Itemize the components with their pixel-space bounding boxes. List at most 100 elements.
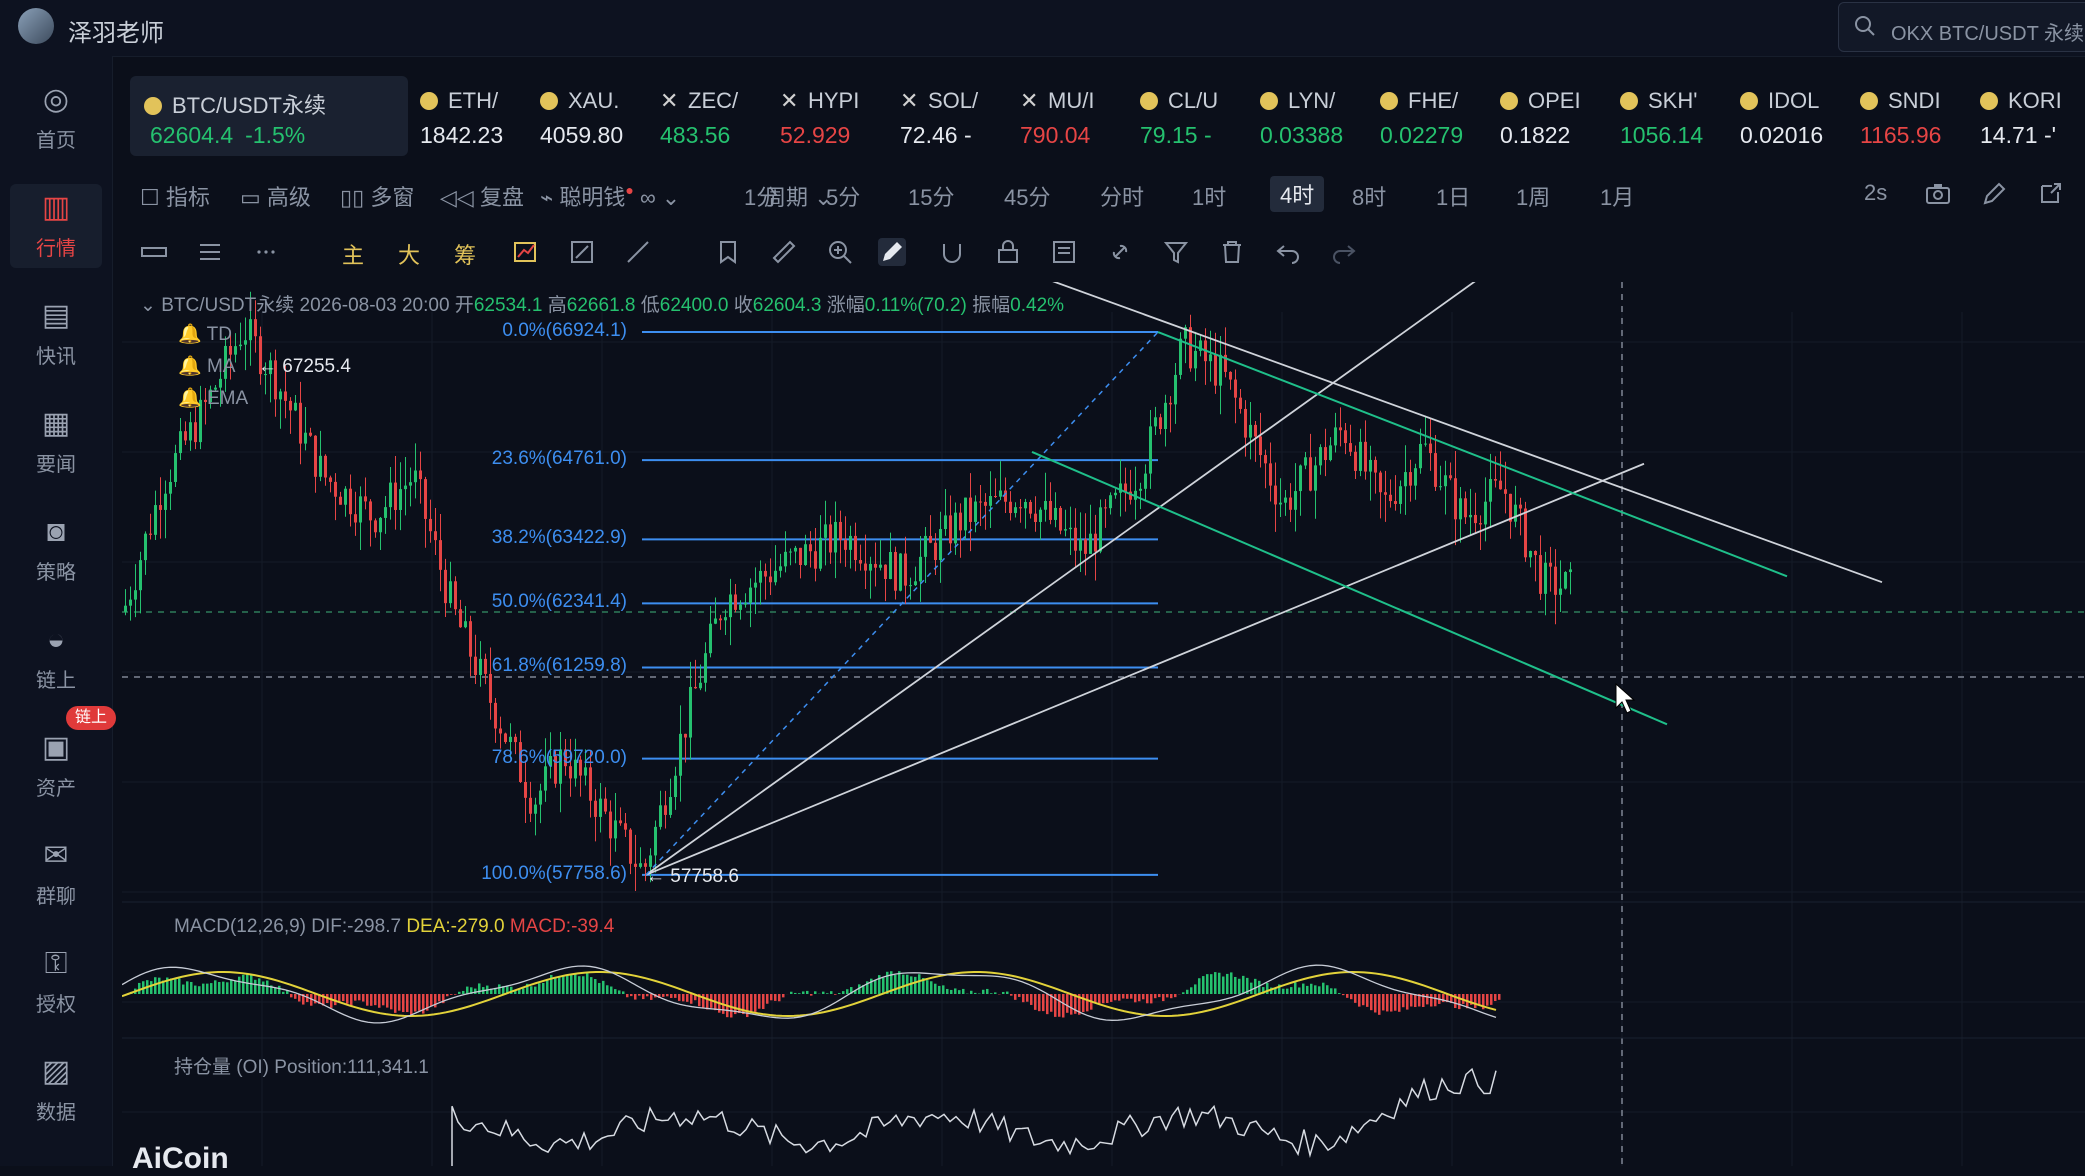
main-chart-toggle[interactable]: 主	[342, 238, 370, 266]
big-order-toggle[interactable]: 大	[398, 238, 426, 266]
sidebar-item-label: 快讯	[10, 340, 102, 369]
chart-canvas[interactable]	[122, 282, 2085, 1166]
refresh-rate[interactable]: 2s	[1864, 180, 1887, 206]
fib-level-label[interactable]: 100.0%(57758.6)	[122, 863, 627, 885]
sidebar-item-8[interactable]: ⚿授权	[10, 940, 102, 1024]
sidebar-item-2[interactable]: ▤快讯	[10, 292, 102, 376]
zoom-in-icon[interactable]	[826, 238, 854, 266]
interval-tab-3[interactable]: 45分	[1004, 180, 1050, 212]
interval-tab-9[interactable]: 1周	[1516, 180, 1550, 212]
ticker-item[interactable]: CL/U79.15 -	[1140, 76, 1252, 156]
macd-histogram-bar	[498, 984, 501, 994]
ticker-item[interactable]: ✕ZEC/483.56	[660, 76, 772, 156]
candle-body	[504, 733, 507, 742]
indicators-button[interactable]: ☐ 指标	[140, 180, 210, 212]
ticker-item[interactable]: ✕MU/I790.04	[1020, 76, 1132, 156]
ticker-item[interactable]: FHE/0.02279	[1380, 76, 1492, 156]
menu-icon[interactable]	[196, 238, 224, 266]
candle-body	[494, 703, 497, 729]
candle-body	[1404, 472, 1407, 486]
replay-button[interactable]: ◁◁ 复盘	[440, 180, 524, 212]
macd-histogram-bar	[1490, 994, 1493, 1005]
interval-tab-2[interactable]: 15分	[908, 180, 954, 212]
candle-body	[719, 618, 722, 620]
interval-tab-4[interactable]: 分时	[1100, 180, 1144, 212]
ticker-item[interactable]: SNDI1165.96	[1860, 76, 1972, 156]
ticker-item[interactable]: SKH'1056.14	[1620, 76, 1732, 156]
filter-icon[interactable]	[1162, 238, 1190, 266]
template-icon[interactable]	[1050, 238, 1078, 266]
shape-tool-icon[interactable]	[568, 238, 596, 266]
trash-icon[interactable]	[1218, 238, 1246, 266]
candle-body	[609, 812, 612, 839]
legend-ma[interactable]: 🔔 MA	[178, 354, 235, 378]
chips-toggle[interactable]: 筹	[454, 238, 482, 266]
interval-tab-1[interactable]: 5分	[826, 180, 860, 212]
interval-tab-10[interactable]: 1月	[1600, 180, 1634, 212]
draw-pen-icon[interactable]	[878, 238, 906, 266]
camera-icon[interactable]	[1924, 180, 1952, 208]
avatar[interactable]	[18, 8, 54, 44]
magnet-icon[interactable]	[938, 238, 966, 266]
candle-body	[1559, 589, 1562, 595]
macd-histogram-bar	[1346, 994, 1349, 998]
ticker-item[interactable]: KORI14.71 -'	[1980, 76, 2085, 156]
fib-level-label[interactable]: 78.6%(59720.0)	[122, 747, 627, 769]
ticker-item[interactable]: IDOL0.02016	[1740, 76, 1852, 156]
ticker-strip: BTC/USDT永续62604.4-1.5%ETH/1842.23XAU.405…	[130, 76, 2085, 156]
fib-level-label[interactable]: 0.0%(66924.1)	[122, 320, 627, 342]
ticker-item[interactable]: ETH/1842.23	[420, 76, 532, 156]
interval-tab-5[interactable]: 1时	[1192, 180, 1226, 212]
high-mark: ← 67255.4	[258, 356, 351, 378]
fib-level-label[interactable]: 23.6%(64761.0)	[122, 448, 627, 470]
interval-tab-7[interactable]: 8时	[1352, 180, 1386, 212]
advanced-button[interactable]: ▭ 高级	[240, 180, 311, 212]
link-icon[interactable]	[1106, 238, 1134, 266]
sidebar-item-3[interactable]: ▦要闻	[10, 400, 102, 484]
line-tool-icon[interactable]	[624, 238, 652, 266]
interval-tab-8[interactable]: 1日	[1436, 180, 1470, 212]
fib-level-label[interactable]: 61.8%(61259.8)	[122, 655, 627, 677]
macd-histogram-bar	[766, 994, 769, 1004]
trend-tool-icon[interactable]	[512, 238, 540, 266]
candle-body	[1459, 498, 1462, 519]
candle-body	[899, 554, 902, 591]
ticker-item[interactable]: ✕SOL/72.46 -	[900, 76, 1012, 156]
undo-icon[interactable]	[1274, 238, 1302, 266]
interval-tab-6[interactable]: 4时	[1270, 176, 1324, 212]
ticker-item[interactable]: ✕HYPI52.929	[780, 76, 892, 156]
candle-body	[544, 766, 547, 790]
pencil-icon[interactable]	[1980, 180, 2008, 208]
candle-body	[524, 782, 527, 798]
sidebar-item-0[interactable]: ◎首页	[10, 76, 102, 160]
ticker-item[interactable]: LYN/0.03388	[1260, 76, 1372, 156]
macd-histogram-bar	[934, 984, 937, 994]
fib-level-label[interactable]: 50.0%(62341.4)	[122, 591, 627, 613]
sidebar-item-4[interactable]: ◙策略	[10, 508, 102, 592]
interval-tab-0[interactable]: 1分	[744, 180, 778, 212]
smart-money-button[interactable]: ⌁ 聪明钱● ∞ ⌄	[540, 180, 680, 212]
macd-histogram-bar	[1314, 985, 1317, 994]
sidebar-item-7[interactable]: ✉群聊	[10, 832, 102, 916]
ruler-icon[interactable]	[140, 238, 168, 266]
sidebar-item-9[interactable]: ▨数据	[10, 1048, 102, 1132]
chart-area[interactable]: ⌄ BTC/USDT永续 2026-08-03 20:00 开62534.1 高…	[122, 282, 2085, 1166]
ticker-item[interactable]: BTC/USDT永续62604.4-1.5%	[130, 76, 408, 156]
sidebar-item-1[interactable]: ▥行情	[10, 184, 102, 268]
ticker-item[interactable]: XAU.4059.80	[540, 76, 652, 156]
multi-window-button[interactable]: ▯▯ 多窗	[340, 180, 414, 212]
more-icon[interactable]	[252, 238, 280, 266]
search-input[interactable]: OKX BTC/USDT 永续	[1838, 2, 2085, 52]
candle-body	[1474, 515, 1477, 523]
sidebar-item-5[interactable]: ◒链上	[10, 616, 102, 700]
lock-icon[interactable]	[994, 238, 1022, 266]
bookmark-icon[interactable]	[714, 238, 742, 266]
ticker-item[interactable]: OPEI0.1822	[1500, 76, 1612, 156]
redo-icon[interactable]	[1330, 238, 1358, 266]
export-icon[interactable]	[2036, 180, 2064, 208]
fib-level-label[interactable]: 38.2%(63422.9)	[122, 527, 627, 549]
sidebar-item-6[interactable]: ▣资产	[10, 724, 102, 808]
legend-ema[interactable]: 🔔 EMA	[178, 386, 248, 410]
macd-histogram-bar	[1402, 994, 1405, 1007]
measure-icon[interactable]	[770, 238, 798, 266]
